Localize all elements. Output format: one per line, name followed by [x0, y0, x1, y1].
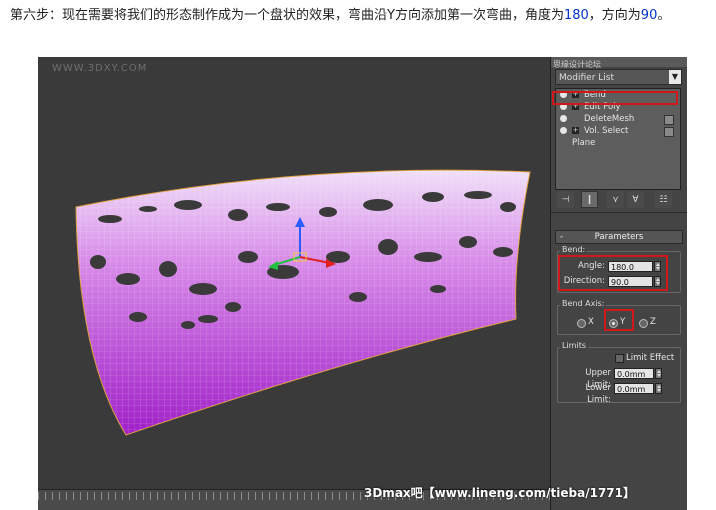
pin-stack-icon[interactable]: ⊣ — [557, 191, 574, 208]
lower-limit-spinner-icon[interactable] — [655, 383, 662, 394]
lower-limit-field[interactable]: 0.0mm — [614, 383, 654, 394]
caption-text-end: 。 — [657, 8, 671, 23]
remove-modifier-icon[interactable]: ∀ — [627, 191, 644, 208]
bend-params-highlight-box — [558, 255, 668, 291]
configure-sets-icon[interactable]: ☷ — [655, 191, 672, 208]
bend-highlight-box — [552, 91, 678, 105]
viewport-watermark: WWW.3DXY.COM — [52, 63, 148, 74]
stack-item-plane[interactable]: Plane — [556, 137, 680, 149]
modifier-list-dropdown[interactable]: Modifier List ▼ — [555, 69, 682, 85]
bent-plane-render — [75, 169, 531, 436]
caption-direction: 90 — [640, 8, 658, 23]
upper-limit-row: Upper Limit: 0.0mm — [559, 367, 677, 390]
axis-y-highlight-box — [604, 309, 634, 331]
lower-limit-row: Lower Limit: 0.0mm — [559, 382, 677, 405]
axis-x-radio[interactable] — [577, 319, 586, 328]
footer-watermark: 3Dmax吧【www.lineng.com/tieba/1771】 — [364, 486, 636, 500]
stack-toolbar: ⊣ ❙ ⋎ ∀ ☷ — [555, 191, 685, 209]
divider — [551, 212, 687, 213]
limit-effect-label: Limit Effect — [626, 353, 675, 363]
max-screenshot: WWW.3DXY.COM Modifier List ▼ + Bend + Ed… — [38, 57, 687, 510]
stack-item-deletemesh[interactable]: DeleteMesh — [556, 113, 680, 125]
axis-x-label: X — [588, 317, 594, 327]
bend-group-title: Bend: — [560, 245, 588, 254]
caption-text-mid: ，方向为 — [588, 8, 641, 23]
bend-axis-title: Bend Axis: — [560, 299, 607, 308]
axis-z-label: Z — [650, 317, 656, 327]
expand-icon[interactable]: + — [572, 127, 579, 134]
chevron-down-icon[interactable]: ▼ — [669, 70, 681, 84]
stack-item-label: Plane — [572, 138, 596, 148]
panel-watermark: 思缘设计论坛 — [553, 60, 601, 69]
step-caption: 第六步：现在需要将我们的形态制作成为一个盘状的效果，弯曲沿Y方向添加第一次弯曲，… — [10, 6, 710, 26]
upper-limit-spinner-icon[interactable] — [655, 368, 662, 379]
caption-angle: 180 — [563, 8, 589, 23]
lightbulb-icon[interactable] — [560, 115, 567, 122]
stack-item-label: Vol. Select — [584, 126, 629, 136]
parameters-rollout-header[interactable]: - Parameters — [555, 230, 683, 244]
stack-checkbox[interactable] — [664, 115, 674, 125]
limit-effect-checkbox[interactable] — [615, 354, 624, 363]
axis-z-radio[interactable] — [639, 319, 648, 328]
upper-limit-field[interactable]: 0.0mm — [614, 368, 654, 379]
modifier-list-label: Modifier List — [559, 73, 614, 83]
collapse-icon: - — [560, 232, 564, 242]
command-panel: Modifier List ▼ + Bend + Edit Poly Delet… — [550, 57, 687, 510]
make-unique-icon[interactable]: ⋎ — [607, 191, 624, 208]
show-end-result-icon[interactable]: ❙ — [581, 191, 598, 208]
lightbulb-icon[interactable] — [560, 127, 567, 134]
stack-item-vol-select[interactable]: + Vol. Select — [556, 125, 680, 137]
rollout-title: Parameters — [594, 232, 644, 242]
perspective-viewport[interactable]: WWW.3DXY.COM — [38, 57, 550, 489]
lower-limit-label: Lower Limit: — [585, 383, 611, 405]
stack-checkbox[interactable] — [664, 127, 674, 137]
limits-title: Limits — [560, 341, 588, 350]
caption-text: 第六步：现在需要将我们的形态制作成为一个盘状的效果，弯曲沿Y方向添加第一次弯曲，… — [10, 8, 564, 23]
stack-item-label: DeleteMesh — [584, 114, 635, 124]
